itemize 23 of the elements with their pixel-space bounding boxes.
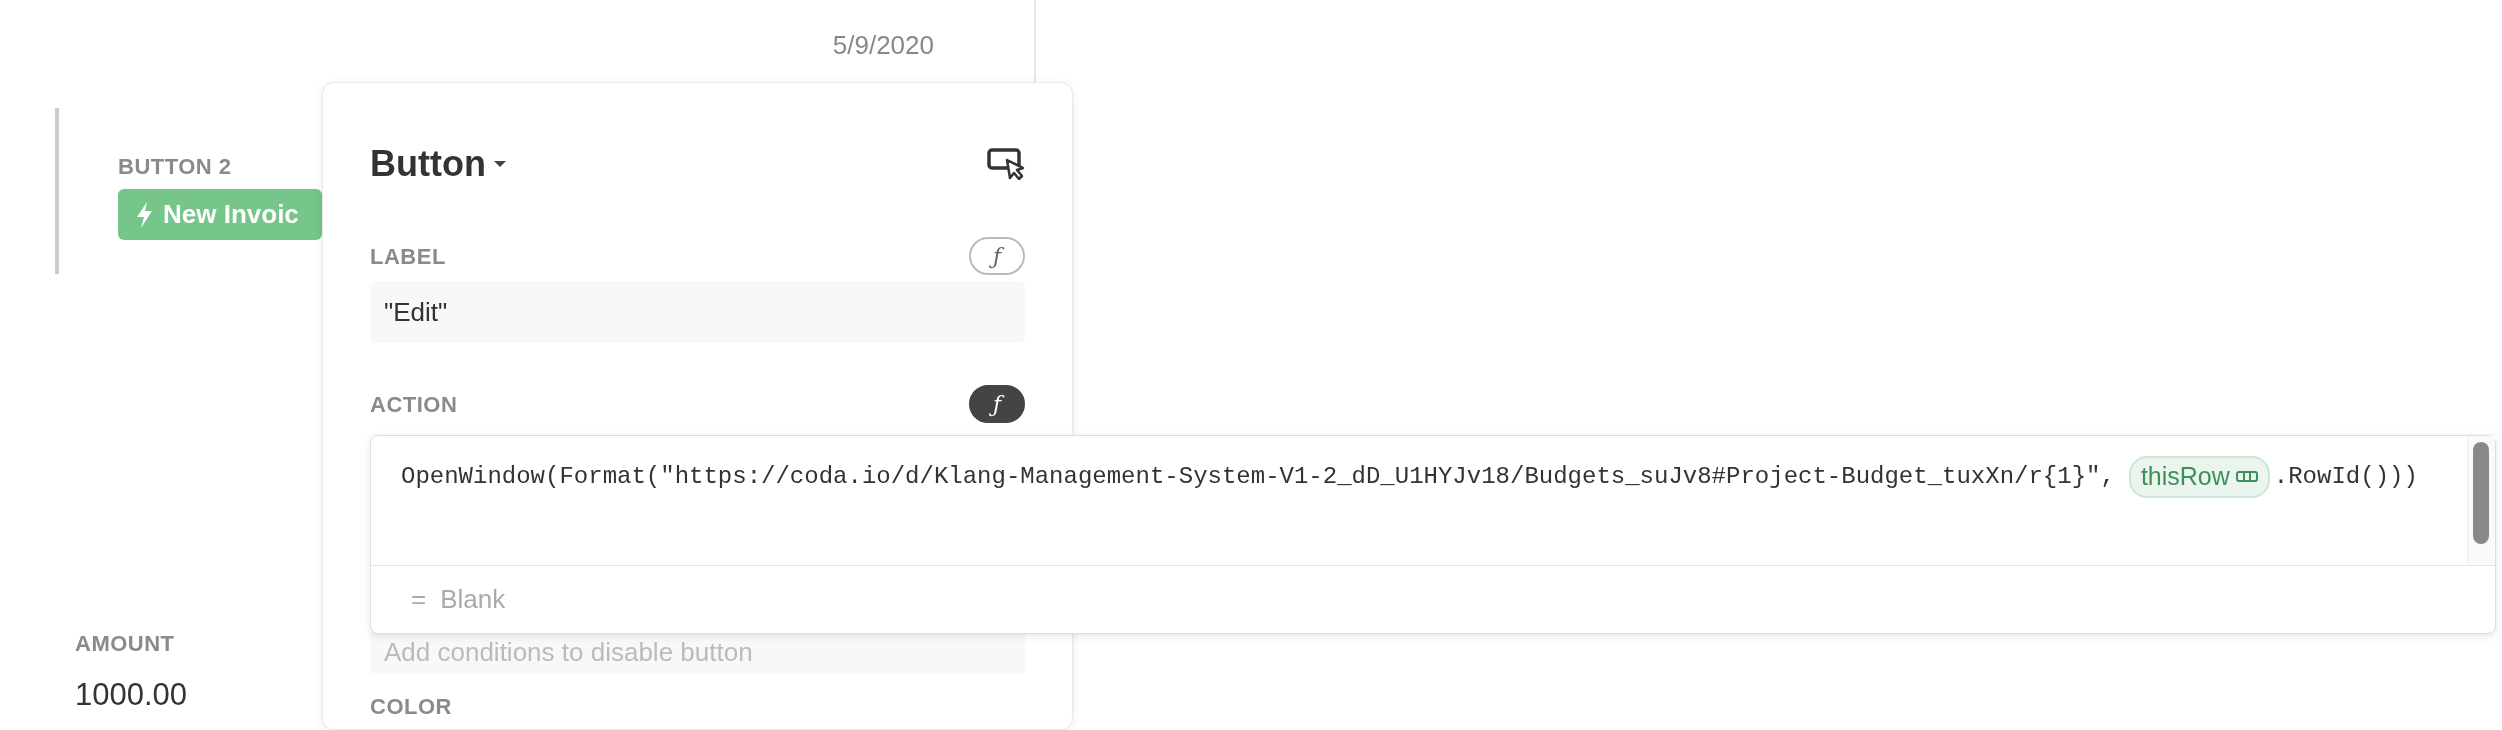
amount-value: 1000.00	[75, 676, 188, 714]
formula-editor-popup[interactable]: OpenWindow(Format("https://coda.io/d/Klang-Management-System-V1-2_dD_U1HYJv18/Budgets_suJv8#Project-Budget_tuxXn/r{1}", thisRow .RowId())) = Blank	[370, 435, 2496, 634]
formula-code: .RowId()))	[2273, 461, 2418, 492]
field-label: ACTION	[370, 390, 458, 419]
field-label: LABEL	[370, 242, 446, 271]
date-text: 5/9/2020	[832, 30, 934, 60]
caret-icon	[493, 161, 506, 167]
equals-sign: =	[411, 583, 427, 616]
field-label: AMOUNT	[75, 630, 175, 658]
disable-condition-input[interactable]: Add conditions to disable button	[370, 630, 1025, 674]
scrollbar-thumb[interactable]	[2473, 442, 2489, 544]
row-icon	[2235, 471, 2258, 483]
field-label: BUTTON 2	[118, 153, 232, 181]
label-input[interactable]: "Edit"	[370, 281, 1025, 343]
formula-toggle[interactable]: ƒ	[969, 237, 1025, 275]
formula-code: OpenWindow(Format("https://coda.io/d/Klang-Management-System-V1-2_dD_U1HYJv18/Budgets_suJv8#Project-Budget_tuxXn/r{1}",	[401, 461, 2115, 492]
field-label: COLOR	[370, 693, 452, 721]
result-text: Blank	[440, 583, 506, 616]
row-reference-chip: thisRow	[2128, 456, 2270, 498]
formula-toggle[interactable]: ƒ	[969, 385, 1025, 423]
lightning-icon	[136, 201, 153, 228]
type-dropdown[interactable]: Button	[370, 137, 506, 191]
cursor-button-icon	[987, 148, 1025, 180]
